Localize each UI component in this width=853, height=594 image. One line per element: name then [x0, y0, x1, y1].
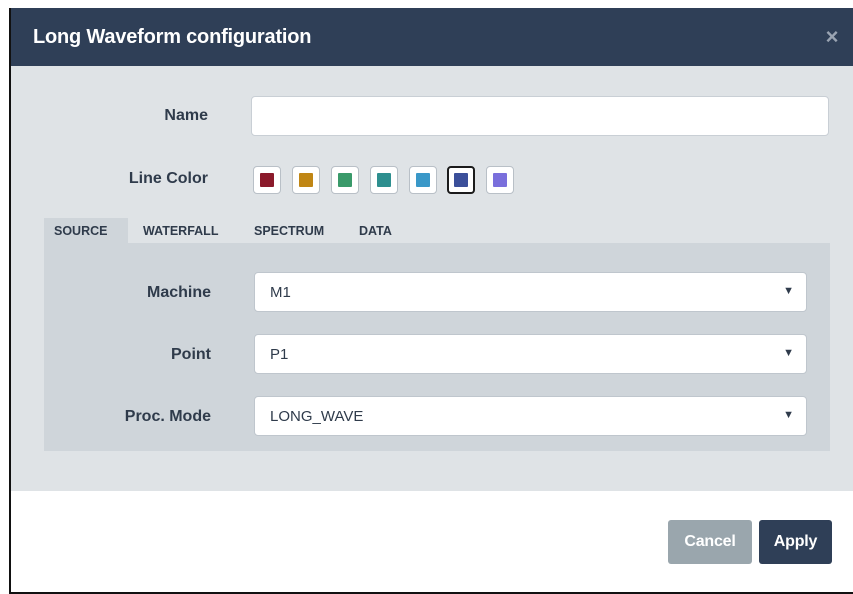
chevron-down-icon: ▼	[783, 347, 794, 359]
color-swatch-fill	[260, 173, 274, 187]
dialog-header: Long Waveform configuration ×	[11, 8, 853, 66]
proc-mode-select[interactable]: LONG_WAVE ▼	[254, 396, 807, 436]
tab-spectrum[interactable]: SPECTRUM	[244, 218, 342, 244]
line-color-label: Line Color	[128, 170, 208, 187]
color-swatch-7[interactable]	[486, 166, 514, 194]
tab-source[interactable]: SOURCE	[44, 218, 128, 244]
color-swatch-6[interactable]	[447, 166, 475, 194]
tab-data[interactable]: DATA	[349, 218, 407, 244]
long-waveform-dialog: Long Waveform configuration × Name Line …	[9, 8, 853, 594]
point-label: Point	[171, 346, 211, 363]
color-swatch-5[interactable]	[409, 166, 437, 194]
name-label: Name	[164, 107, 208, 124]
close-icon[interactable]: ×	[821, 26, 843, 48]
proc-mode-label: Proc. Mode	[124, 408, 211, 425]
machine-select[interactable]: M1 ▼	[254, 272, 807, 312]
dialog-title: Long Waveform configuration	[33, 26, 312, 48]
color-swatch-3[interactable]	[331, 166, 359, 194]
apply-button[interactable]: Apply	[759, 520, 832, 564]
color-swatch-fill	[377, 173, 391, 187]
color-swatch-fill	[493, 173, 507, 187]
color-swatch-fill	[338, 173, 352, 187]
chevron-down-icon: ▼	[783, 409, 794, 421]
proc-mode-value: LONG_WAVE	[270, 408, 364, 425]
point-select[interactable]: P1 ▼	[254, 334, 807, 374]
color-swatch-fill	[454, 173, 468, 187]
color-swatch-2[interactable]	[292, 166, 320, 194]
machine-value: M1	[270, 284, 291, 301]
name-input[interactable]	[251, 96, 829, 136]
source-tab-panel: Machine M1 ▼ Point P1 ▼ Proc. Mode LONG_…	[44, 243, 830, 451]
color-swatch-fill	[416, 173, 430, 187]
machine-label: Machine	[146, 284, 211, 301]
dialog-footer: Cancel Apply	[11, 491, 853, 592]
dialog-body: Name Line Color SOURCE WATERFALL SPECTRU…	[11, 66, 853, 491]
color-swatch-1[interactable]	[253, 166, 281, 194]
color-swatch-fill	[299, 173, 313, 187]
tab-waterfall[interactable]: WATERFALL	[133, 218, 237, 244]
chevron-down-icon: ▼	[783, 285, 794, 297]
point-value: P1	[270, 346, 289, 363]
color-swatch-4[interactable]	[370, 166, 398, 194]
cancel-button[interactable]: Cancel	[668, 520, 752, 564]
